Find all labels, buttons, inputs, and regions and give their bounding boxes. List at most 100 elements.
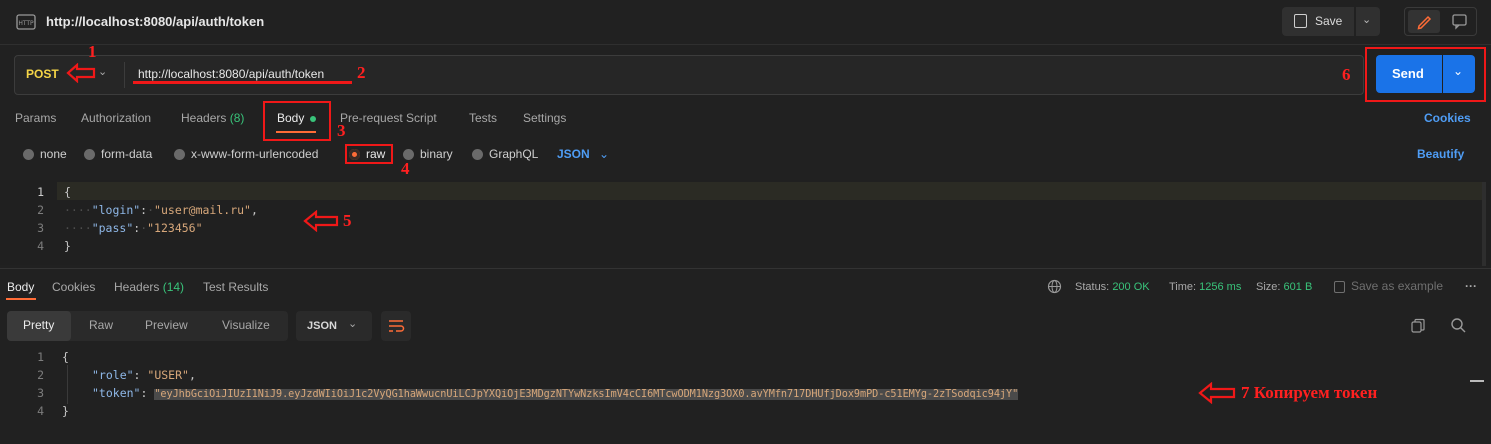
annotation-arrow-5-icon <box>303 210 339 232</box>
indent-guide: ···· <box>64 221 92 235</box>
line-number: 3 <box>37 386 44 400</box>
beautify-link[interactable]: Beautify <box>1417 147 1464 161</box>
radio-urlencoded-label: x-www-form-urlencoded <box>191 147 319 161</box>
tab-authorization[interactable]: Authorization <box>81 111 151 125</box>
line-number: 1 <box>37 350 44 364</box>
indent-guide: ···· <box>64 203 92 217</box>
annotation-arrow-1-icon <box>66 63 96 83</box>
pass-key: "pass" <box>91 221 134 235</box>
body-format-label: JSON <box>557 147 590 161</box>
annotation-number-5: 5 <box>343 211 352 230</box>
pane-divider[interactable] <box>0 268 1491 269</box>
line-number: 2 <box>37 368 44 382</box>
radio-urlencoded-dot <box>174 149 185 161</box>
size-label: Size: <box>1256 281 1281 293</box>
role-key: "role" <box>92 368 134 382</box>
wrap-lines-button[interactable] <box>381 311 411 341</box>
radio-graphql[interactable]: GraphQL <box>472 147 538 161</box>
code-brace-close: } <box>64 239 71 253</box>
response-format-select[interactable]: JSON ⌄ <box>296 311 372 341</box>
response-tab-body[interactable]: Body <box>7 280 34 294</box>
line-number: 3 <box>37 221 44 235</box>
annotation-box-body-tab <box>263 101 331 141</box>
line-number: 4 <box>37 404 44 418</box>
chevron-down-icon: ⌄ <box>599 147 610 161</box>
annotation-arrow-7-icon <box>1198 382 1236 404</box>
view-preview-button[interactable]: Preview <box>145 318 188 332</box>
token-value[interactable]: "eyJhbGciOiJIUzI1NiJ9.eyJzdWIiOiJ1c2VyQG… <box>154 389 1018 400</box>
radio-none[interactable]: none <box>23 147 67 161</box>
view-raw-button[interactable]: Raw <box>89 318 113 332</box>
status-readout: Status: 200 OK <box>1075 281 1150 293</box>
save-example-label: Save as example <box>1351 279 1444 293</box>
radio-none-dot <box>23 149 34 161</box>
request-title: http://localhost:8080/api/auth/token <box>46 14 265 29</box>
globe-icon[interactable] <box>1047 279 1062 297</box>
body-format-select[interactable]: JSON ⌄ <box>557 147 609 161</box>
radio-form-data-label: form-data <box>101 147 153 161</box>
login-key: "login" <box>91 203 141 217</box>
line-number: 2 <box>37 203 44 217</box>
save-button[interactable]: Save <box>1282 7 1354 36</box>
response-tab-underline <box>6 298 36 300</box>
view-pretty-label: Pretty <box>23 318 55 332</box>
save-label: Save <box>1315 14 1343 28</box>
token-key: "token" <box>92 386 141 400</box>
tab-settings[interactable]: Settings <box>523 111 566 125</box>
tab-headers[interactable]: Headers (8) <box>181 111 244 125</box>
status-label: Status: <box>1075 281 1110 293</box>
login-value: "user@mail.ru" <box>154 203 251 217</box>
response-line-token: "token": "eyJhbGciOiJIUzI1NiJ9.eyJzdWIiO… <box>92 386 1019 400</box>
http-request-icon: HTTP <box>16 12 36 32</box>
line-number: 1 <box>37 185 44 199</box>
size-value[interactable]: 601 B <box>1284 281 1313 293</box>
time-value[interactable]: 1256 ms <box>1199 281 1241 293</box>
response-tab-cookies[interactable]: Cookies <box>52 280 95 294</box>
cookies-link[interactable]: Cookies <box>1424 111 1471 125</box>
view-visualize-button[interactable]: Visualize <box>222 318 270 332</box>
url-input[interactable]: http://localhost:8080/api/auth/token <box>138 67 324 81</box>
indent-guide <box>67 365 68 404</box>
editor-scrollbar[interactable] <box>1482 182 1486 266</box>
chevron-down-icon: ⌄ <box>348 318 358 330</box>
annotation-number-4: 4 <box>401 159 410 178</box>
save-dropdown-button[interactable]: ⌄ <box>1356 7 1380 36</box>
tab-params[interactable]: Params <box>15 111 56 125</box>
response-tab-headers[interactable]: Headers (14) <box>114 280 184 294</box>
comments-icon[interactable] <box>1444 10 1474 33</box>
more-options-icon[interactable]: ··· <box>1465 279 1477 293</box>
editor-active-line <box>57 182 1483 200</box>
response-format-label: JSON <box>307 320 337 332</box>
response-headers-count: (14) <box>162 280 185 294</box>
annotation-copy-token: 7 Копируем токен <box>1241 383 1378 402</box>
annotation-number-2: 2 <box>357 63 366 82</box>
role-value: "USER" <box>147 368 189 382</box>
line-number: 4 <box>37 239 44 253</box>
tab-tests[interactable]: Tests <box>469 111 497 125</box>
code-line-login: ····"login":·"user@mail.ru", <box>64 203 258 217</box>
title-divider <box>0 44 1491 45</box>
edit-pencil-icon[interactable] <box>1408 10 1440 33</box>
save-example-button[interactable]: Save as example <box>1334 279 1443 293</box>
status-value[interactable]: 200 OK <box>1112 281 1149 293</box>
response-tab-headers-label: Headers <box>114 280 160 294</box>
annotation-box-send <box>1365 47 1486 102</box>
radio-graphql-dot <box>472 149 483 161</box>
tab-pre-request-script[interactable]: Pre-request Script <box>340 111 437 125</box>
radio-binary[interactable]: binary <box>403 147 453 161</box>
annotation-number-3: 3 <box>337 121 346 140</box>
response-tab-test-results[interactable]: Test Results <box>203 280 268 294</box>
headers-count: (8) <box>229 111 245 125</box>
response-scrollbar-marker[interactable] <box>1470 380 1484 382</box>
response-brace-open: { <box>62 350 69 364</box>
annotation-underline-url <box>133 81 352 84</box>
response-line-role: "role": "USER", <box>92 368 196 382</box>
radio-none-label: none <box>40 147 67 161</box>
annotation-box-raw <box>345 144 393 164</box>
annotation-number-6: 6 <box>1342 65 1351 84</box>
size-readout: Size: 601 B <box>1256 281 1312 293</box>
radio-urlencoded[interactable]: x-www-form-urlencoded <box>174 147 318 161</box>
radio-form-data[interactable]: form-data <box>84 147 152 161</box>
search-icon[interactable] <box>1450 317 1467 337</box>
copy-icon[interactable] <box>1410 318 1426 337</box>
